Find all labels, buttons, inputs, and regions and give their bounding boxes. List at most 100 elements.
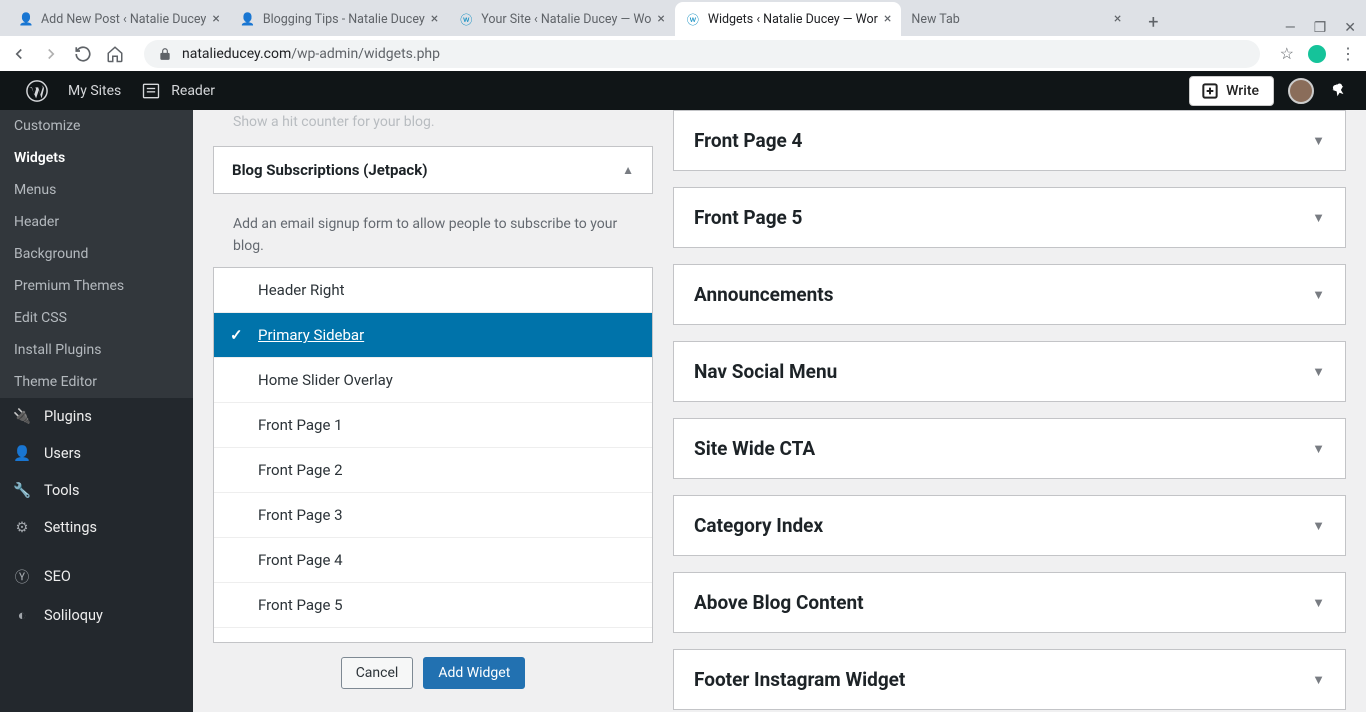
widget-area[interactable]: Category Index ▼ — [673, 495, 1346, 556]
forward-button[interactable] — [42, 45, 60, 63]
area-title: Announcements — [694, 283, 834, 306]
area-title: Category Index — [694, 514, 823, 537]
chrome-menu-icon[interactable]: ⋮ — [1340, 44, 1356, 63]
widget-area[interactable]: Announcements ▼ — [673, 264, 1346, 325]
my-sites-link[interactable]: My Sites — [58, 71, 131, 110]
add-widget-button[interactable]: Add Widget — [423, 657, 525, 689]
favicon-icon: 👤 — [18, 11, 34, 27]
home-button[interactable] — [106, 45, 124, 63]
tab-title: Widgets ‹ Natalie Ducey — Wor — [708, 12, 878, 27]
sidebar-item-seo[interactable]: Ⓨ SEO — [0, 556, 193, 597]
area-option[interactable]: Header Right — [214, 268, 652, 313]
soliloquy-icon: ◐ — [12, 607, 32, 624]
write-button[interactable]: Write — [1189, 76, 1274, 106]
browser-chrome: 👤 Add New Post ‹ Natalie Ducey × 👤 Blogg… — [0, 0, 1366, 71]
area-title: Front Page 4 — [694, 129, 802, 152]
sidebar-item-theme-editor[interactable]: Theme Editor — [0, 366, 193, 398]
area-option[interactable]: Front Page 3 — [214, 493, 652, 538]
sidebar-item-widgets[interactable]: Widgets — [0, 142, 193, 174]
area-option-selected[interactable]: Primary Sidebar — [214, 313, 652, 358]
widget-area[interactable]: Front Page 5 ▼ — [673, 187, 1346, 248]
widget-area[interactable]: Footer Instagram Widget ▼ — [673, 649, 1346, 710]
sidebar-area-selector: Header Right Primary Sidebar Home Slider… — [213, 267, 653, 643]
area-option[interactable]: Front Page 4 — [214, 538, 652, 583]
sidebar-item-install-plugins[interactable]: Install Plugins — [0, 334, 193, 366]
url-host: natalieducey.com — [182, 46, 291, 62]
browser-tab-active[interactable]: ⓦ Widgets ‹ Natalie Ducey — Wor × — [675, 2, 902, 36]
widget-description: Add an email signup form to allow people… — [213, 204, 653, 267]
area-title: Footer Instagram Widget — [694, 668, 905, 691]
browser-toolbar: natalieducey.com/wp-admin/widgets.php ☆ … — [0, 36, 1366, 71]
notification-icon[interactable] — [1325, 76, 1353, 104]
sidebar-label: Tools — [44, 482, 80, 499]
reload-button[interactable] — [74, 45, 92, 63]
close-icon[interactable]: × — [1114, 11, 1121, 27]
area-option[interactable]: Announcements — [214, 628, 652, 643]
grammarly-icon[interactable] — [1308, 45, 1326, 63]
browser-tab[interactable]: 👤 Add New Post ‹ Natalie Ducey × — [8, 2, 230, 36]
sidebar-item-customize[interactable]: Customize — [0, 110, 193, 142]
bookmark-star-icon[interactable]: ☆ — [1280, 44, 1294, 63]
close-icon[interactable]: × — [657, 11, 664, 27]
widget-areas-column: Front Page 4 ▼ Front Page 5 ▼ Announceme… — [673, 110, 1346, 712]
sidebar-submenu: Customize Widgets Menus Header Backgroun… — [0, 110, 193, 398]
sidebar-item-soliloquy[interactable]: ◐ Soliloquy — [0, 597, 193, 634]
sidebar-item-premium-themes[interactable]: Premium Themes — [0, 270, 193, 302]
reader-link[interactable]: Reader — [131, 71, 225, 110]
plugin-icon: 🔌 — [12, 408, 32, 425]
sidebar-item-header[interactable]: Header — [0, 206, 193, 238]
my-sites-label: My Sites — [68, 83, 121, 99]
new-tab-button[interactable]: + — [1139, 8, 1167, 36]
wp-admin-bar: My Sites Reader Write — [0, 71, 1366, 110]
area-option[interactable]: Front Page 1 — [214, 403, 652, 448]
expand-icon: ▼ — [1312, 441, 1325, 457]
close-icon[interactable]: × — [431, 11, 438, 27]
sidebar-item-tools[interactable]: 🔧 Tools — [0, 472, 193, 509]
widget-blog-subscriptions: Blog Subscriptions (Jetpack) ▲ — [213, 146, 653, 194]
window-controls: — ❐ ✕ — [1285, 20, 1366, 36]
wordpress-icon: ⓦ — [458, 11, 474, 27]
back-button[interactable] — [10, 45, 28, 63]
widget-header[interactable]: Blog Subscriptions (Jetpack) ▲ — [214, 147, 652, 193]
sidebar-label: Users — [44, 445, 81, 462]
widget-area[interactable]: Above Blog Content ▼ — [673, 572, 1346, 633]
sidebar-item-plugins[interactable]: 🔌 Plugins — [0, 398, 193, 435]
address-bar[interactable]: natalieducey.com/wp-admin/widgets.php — [144, 40, 1260, 68]
widget-desc-hit-counter: Show a hit counter for your blog. — [213, 110, 653, 146]
expand-icon: ▼ — [1312, 518, 1325, 534]
sidebar-item-background[interactable]: Background — [0, 238, 193, 270]
wp-logo[interactable] — [16, 71, 58, 110]
widget-area[interactable]: Site Wide CTA ▼ — [673, 418, 1346, 479]
cancel-button[interactable]: Cancel — [341, 657, 414, 689]
close-window-button[interactable]: ✕ — [1344, 20, 1356, 36]
area-option[interactable]: Front Page 2 — [214, 448, 652, 493]
widget-area[interactable]: Front Page 4 ▼ — [673, 110, 1346, 171]
close-icon[interactable]: × — [884, 11, 891, 27]
widget-area[interactable]: Nav Social Menu ▼ — [673, 341, 1346, 402]
sidebar-item-users[interactable]: 👤 Users — [0, 435, 193, 472]
sidebar-item-menus[interactable]: Menus — [0, 174, 193, 206]
expand-icon: ▼ — [1312, 287, 1325, 303]
expand-icon: ▼ — [1312, 210, 1325, 226]
main-layout: Customize Widgets Menus Header Backgroun… — [0, 110, 1366, 712]
area-title: Nav Social Menu — [694, 360, 837, 383]
write-label: Write — [1226, 83, 1259, 99]
tab-title: Blogging Tips - Natalie Ducey — [263, 12, 425, 27]
area-option[interactable]: Home Slider Overlay — [214, 358, 652, 403]
maximize-button[interactable]: ❐ — [1314, 20, 1327, 36]
close-icon[interactable]: × — [212, 11, 219, 27]
user-avatar[interactable] — [1288, 78, 1314, 104]
tab-strip: 👤 Add New Post ‹ Natalie Ducey × 👤 Blogg… — [0, 0, 1366, 36]
sidebar-item-settings[interactable]: ⚙ Settings — [0, 509, 193, 546]
widget-actions: Cancel Add Widget — [213, 643, 653, 703]
widget-title: Blog Subscriptions (Jetpack) — [232, 161, 428, 179]
browser-tab[interactable]: ⓦ Your Site ‹ Natalie Ducey — Wo × — [448, 2, 675, 36]
browser-tab[interactable]: 👤 Blogging Tips - Natalie Ducey × — [230, 2, 448, 36]
sidebar-item-edit-css[interactable]: Edit CSS — [0, 302, 193, 334]
browser-tab[interactable]: New Tab × — [901, 2, 1131, 36]
minimize-button[interactable]: — — [1285, 20, 1296, 36]
sidebar-label: Soliloquy — [44, 607, 103, 624]
sidebar-label: Plugins — [44, 408, 92, 425]
wrench-icon: 🔧 — [12, 482, 32, 499]
area-option[interactable]: Front Page 5 — [214, 583, 652, 628]
